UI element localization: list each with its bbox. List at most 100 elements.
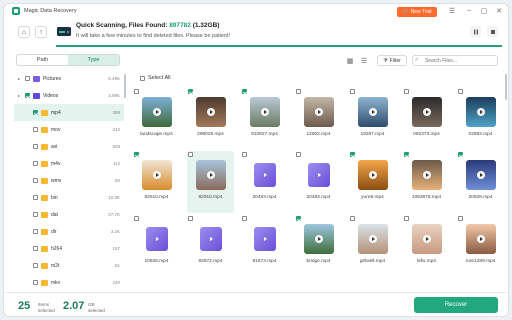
file-checkbox[interactable] xyxy=(134,89,139,94)
file-checkbox[interactable] xyxy=(350,152,355,157)
tree-item[interactable]: wmv 60 xyxy=(14,172,124,189)
file-name: killo.mp4 xyxy=(417,259,436,264)
file-checkbox[interactable] xyxy=(188,89,193,94)
file-checkbox[interactable] xyxy=(296,152,301,157)
file-tile[interactable]: 91873.mp4 xyxy=(241,215,288,277)
file-checkbox[interactable] xyxy=(134,216,139,221)
tree-item[interactable]: mp4 389 xyxy=(14,104,124,121)
tree-item-checkbox[interactable] xyxy=(33,144,38,149)
tree-item-checkbox[interactable] xyxy=(33,212,38,217)
file-tile[interactable]: 19287.mp4 xyxy=(349,88,396,150)
chevron-right-icon[interactable]: ▸ xyxy=(18,76,20,81)
file-checkbox[interactable] xyxy=(458,89,463,94)
tab-type[interactable]: Type xyxy=(68,55,119,65)
file-checkbox[interactable] xyxy=(188,216,193,221)
tree-item-checkbox[interactable] xyxy=(33,246,38,251)
home-button[interactable]: ⌂ xyxy=(18,26,30,38)
file-tile[interactable]: 1093878.mp4 xyxy=(403,151,450,213)
file-checkbox[interactable] xyxy=(458,216,463,221)
tree-item-checkbox[interactable] xyxy=(33,110,38,115)
video-thumbnail xyxy=(142,160,172,190)
tree-item[interactable]: mkv 240 xyxy=(14,274,124,289)
file-checkbox[interactable] xyxy=(242,152,247,157)
tree-item[interactable]: h264 157 xyxy=(14,240,124,257)
file-checkbox[interactable] xyxy=(458,152,463,157)
files-found-count: 897782 xyxy=(169,22,191,29)
tree-item[interactable]: mov 242 xyxy=(14,121,124,138)
tree-item[interactable]: bin 10.8K xyxy=(14,189,124,206)
file-checkbox[interactable] xyxy=(242,89,247,94)
file-checkbox[interactable] xyxy=(350,89,355,94)
pause-button[interactable] xyxy=(470,26,481,37)
file-tile[interactable]: 82910.mp4 xyxy=(133,151,180,213)
recover-button[interactable]: Recover xyxy=(414,297,498,313)
file-checkbox[interactable] xyxy=(404,89,409,94)
tree-item[interactable]: avi 828 xyxy=(14,138,124,155)
file-name: 02883.mp4 xyxy=(468,132,493,137)
filter-button[interactable]: ⧩ Filter xyxy=(377,55,407,66)
app-title: Magic Data Recovery xyxy=(24,8,77,14)
file-checkbox[interactable] xyxy=(134,152,139,157)
tree-item-checkbox[interactable] xyxy=(33,178,38,183)
file-tile[interactable]: 12902.mp4 xyxy=(295,88,342,150)
file-checkbox[interactable] xyxy=(188,152,193,157)
file-checkbox[interactable] xyxy=(242,216,247,221)
tree-item-checkbox[interactable] xyxy=(33,280,38,285)
select-all-checkbox[interactable] xyxy=(140,76,145,81)
file-name: 91873.mp4 xyxy=(252,259,277,264)
close-icon[interactable]: ✕ xyxy=(494,6,504,16)
file-tile[interactable]: 82910.mp4 xyxy=(187,151,234,213)
tree-item[interactable]: dat 27.7K xyxy=(14,206,124,223)
tree-item-checkbox[interactable] xyxy=(33,195,38,200)
list-view-icon[interactable]: ☰ xyxy=(359,56,369,66)
file-checkbox[interactable] xyxy=(296,89,301,94)
tree-item-checkbox[interactable] xyxy=(33,229,38,234)
tree-item[interactable]: ▸ Videos 3.98K xyxy=(14,87,124,104)
tree-item-checkbox[interactable] xyxy=(33,263,38,268)
tree-item[interactable]: m4v 112 xyxy=(14,155,124,172)
file-tile[interactable]: 02883.mp4 xyxy=(457,88,504,150)
file-tile[interactable]: 092373.mp4 xyxy=(403,88,450,150)
menu-icon[interactable]: ☰ xyxy=(447,6,457,16)
file-tile[interactable]: 82872.mp4 xyxy=(187,215,234,277)
file-tile[interactable]: 20483.mp4 xyxy=(241,151,288,213)
up-button[interactable]: ↑ xyxy=(35,26,47,38)
file-checkbox[interactable] xyxy=(404,152,409,157)
search-input[interactable] xyxy=(412,55,498,66)
image-icon xyxy=(33,75,40,82)
tree-item-checkbox[interactable] xyxy=(33,161,38,166)
tree-item[interactable]: ▸ Pictures 5.49K xyxy=(14,70,124,87)
tab-path[interactable]: Path xyxy=(17,55,68,65)
tree-item-checkbox[interactable] xyxy=(33,127,38,132)
file-tile[interactable]: 20928.mp4 xyxy=(457,151,504,213)
file-tile[interactable]: yure8.mp4 xyxy=(349,151,396,213)
file-tile[interactable]: killo.mp4 xyxy=(403,215,450,277)
file-checkbox[interactable] xyxy=(404,216,409,221)
file-checkbox[interactable] xyxy=(350,216,355,221)
maximize-icon[interactable]: ▢ xyxy=(479,6,489,16)
tree-item[interactable]: m2t 81 xyxy=(14,257,124,274)
file-tile[interactable]: landscape.mp4 xyxy=(133,88,180,150)
size-selected-value: 2.07 xyxy=(63,300,85,312)
tree-item-checkbox[interactable] xyxy=(25,76,30,81)
grid-view-icon[interactable]: ▦ xyxy=(345,56,355,66)
stop-button[interactable] xyxy=(487,26,498,37)
file-checkbox[interactable] xyxy=(296,216,301,221)
minimize-icon[interactable]: − xyxy=(464,6,474,16)
video-thumbnail xyxy=(358,97,388,127)
tree-item-checkbox[interactable] xyxy=(25,93,30,98)
file-tile[interactable]: girlwell.mp4 xyxy=(349,215,396,277)
file-tile[interactable]: rure1289.mp4 xyxy=(457,215,504,277)
grid-scrollbar[interactable] xyxy=(505,74,507,100)
tree-item[interactable]: dir 3.2K xyxy=(14,223,124,240)
tree-scrollbar[interactable] xyxy=(124,74,126,98)
drive-scan-icon xyxy=(57,27,71,36)
file-tile[interactable]: 20483.mp4 xyxy=(295,151,342,213)
file-tile[interactable]: bridge.mp4 xyxy=(295,215,342,277)
file-tile[interactable]: 910827.mp4 xyxy=(241,88,288,150)
file-tile[interactable]: 298029.mp4 xyxy=(187,88,234,150)
video-file-icon xyxy=(254,227,276,251)
chevron-right-icon[interactable]: ▸ xyxy=(18,93,20,98)
new-trial-button[interactable]: 🛒 New Trial xyxy=(397,7,437,17)
file-tile[interactable]: 10928.mp4 xyxy=(133,215,180,277)
